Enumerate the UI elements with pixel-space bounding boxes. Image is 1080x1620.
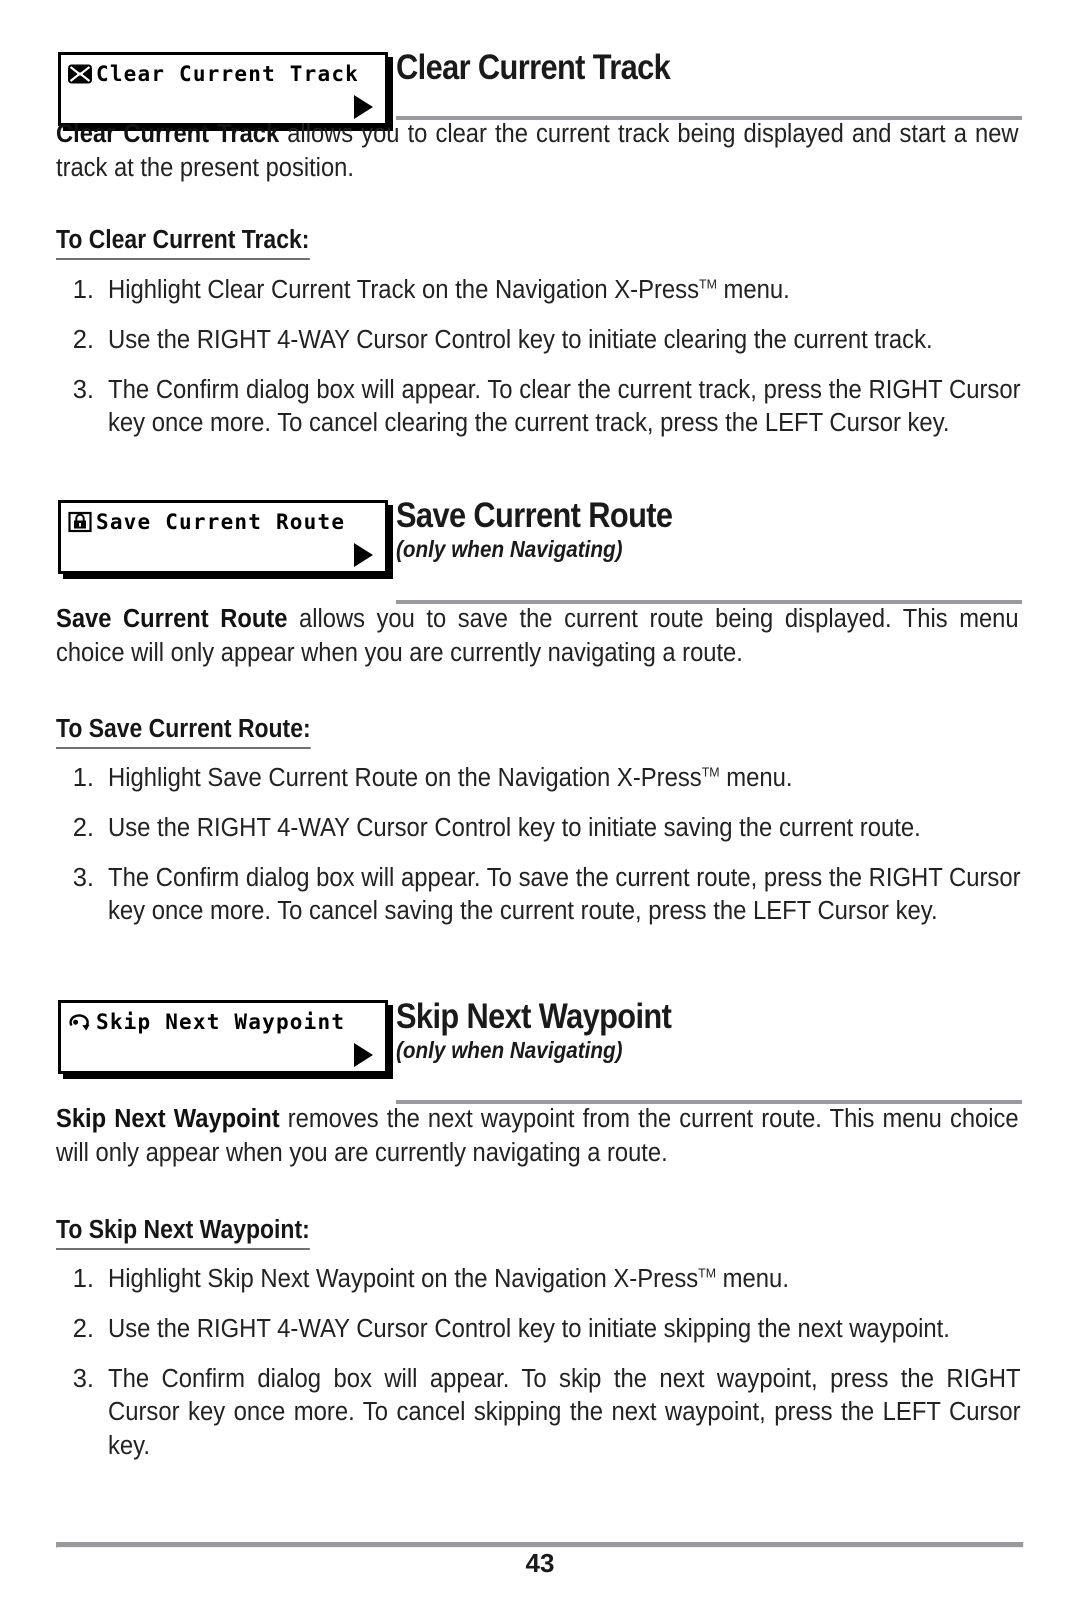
list-item: 2. Use the RIGHT 4-WAY Cursor Control ke… [56,1313,1080,1346]
step-number: 3. [72,864,94,893]
step-text: The Confirm dialog box will appear. To c… [108,376,1021,438]
step-number: 1. [72,1265,94,1293]
step-number: 2. [72,326,94,355]
step-text-pre: Highlight Clear Current Track on the Nav… [108,276,700,304]
section-heading-clear-current-track: Clear Current Track [396,50,1018,86]
menu-item-row: Save Current Route [61,503,385,541]
list-item: 2. Use the RIGHT 4-WAY Cursor Control ke… [56,324,1080,357]
steps-list-skip-next-waypoint: 1. Highlight Skip Next Waypoint on the N… [56,1263,1080,1480]
section-subtitle: (only when Navigating) [396,1036,623,1063]
menu-item-label: Clear Current Track [96,61,360,86]
step-number: 1. [72,276,94,304]
section-heading-save-current-route: Save Current Route (only when Navigating… [396,498,1018,561]
step-number: 2. [72,1315,94,1344]
step-text: Use the RIGHT 4-WAY Cursor Control key t… [108,326,933,355]
curved-arrow-waypoint-icon [67,1009,93,1035]
howto-heading-skip-next-waypoint: To Skip Next Waypoint: [56,1216,310,1250]
list-item: 2. Use the RIGHT 4-WAY Cursor Control ke… [56,812,1080,845]
manual-page: Clear Current Track Clear Current Track … [0,0,1080,1620]
trademark-mark: TM [701,764,720,780]
list-item: 1. Highlight Clear Current Track on the … [56,274,1080,307]
intro-lead-bold: Clear Current Track [56,120,280,148]
step-number: 1. [72,764,94,792]
step-text: Highlight Skip Next Waypoint on the Navi… [108,1263,1021,1296]
menu-screenshot-save-current-route: Save Current Route [58,500,388,574]
trademark-mark: TM [698,1265,717,1281]
step-text: Highlight Clear Current Track on the Nav… [108,274,1021,307]
steps-list-clear-current-track: 1. Highlight Clear Current Track on the … [56,274,1080,458]
menu-screenshot-skip-next-waypoint: Skip Next Waypoint [58,1000,388,1074]
page-number: 43 [525,1548,555,1578]
list-item: 3. The Confirm dialog box will appear. T… [56,1363,1080,1462]
step-text: Highlight Save Current Route on the Navi… [108,762,1021,795]
howto-heading-clear-current-track: To Clear Current Track: [56,226,310,260]
page-title: Save Current Route [396,496,673,535]
step-text: Use the RIGHT 4-WAY Cursor Control key t… [108,814,921,843]
intro-lead-bold: Save Current Route [56,605,288,633]
menu-item-label: Save Current Route [96,509,346,534]
step-text: Use the RIGHT 4-WAY Cursor Control key t… [108,1315,950,1344]
right-triangle-icon [354,95,373,119]
step-text-post: menu. [716,1265,789,1293]
list-item: 3. The Confirm dialog box will appear. T… [56,862,1080,928]
step-text-post: menu. [716,276,790,304]
step-text: The Confirm dialog box will appear. To s… [108,1365,1021,1460]
section-subtitle: (only when Navigating) [396,535,623,562]
list-item: 1. Highlight Save Current Route on the N… [56,762,1080,795]
menu-screenshot-clear-current-track: Clear Current Track [58,52,388,126]
intro-lead-bold: Skip Next Waypoint [56,1105,280,1133]
menu-item-label: Skip Next Waypoint [96,1009,346,1034]
steps-list-save-current-route: 1. Highlight Save Current Route on the N… [56,762,1080,946]
howto-heading-save-current-route: To Save Current Route: [56,715,311,749]
step-text-pre: Highlight Save Current Route on the Navi… [108,764,702,792]
section-intro-paragraph: Clear Current Track allows you to clear … [56,118,1019,185]
step-number: 3. [72,1365,94,1394]
trademark-mark: TM [699,276,717,292]
right-triangle-icon [354,543,373,567]
menu-item-row: Skip Next Waypoint [61,1003,385,1041]
step-text-pre: Highlight Skip Next Waypoint on the Navi… [108,1265,699,1293]
section-intro-paragraph: Skip Next Waypoint removes the next wayp… [56,1103,1019,1170]
page-title: Skip Next Waypoint [396,997,672,1036]
section-heading-skip-next-waypoint: Skip Next Waypoint (only when Navigating… [396,999,1018,1062]
envelope-x-icon [67,61,93,87]
padlock-icon [67,509,93,535]
list-item: 1. Highlight Skip Next Waypoint on the N… [56,1263,1080,1296]
section-intro-paragraph: Save Current Route allows you to save th… [56,603,1019,670]
list-item: 3. The Confirm dialog box will appear. T… [56,374,1080,440]
menu-item-row: Clear Current Track [61,55,385,93]
page-title: Clear Current Track [396,48,671,87]
step-text-post: menu. [719,764,793,792]
right-triangle-icon [354,1043,373,1067]
step-text: The Confirm dialog box will appear. To s… [108,864,1021,926]
step-number: 2. [72,814,94,843]
step-number: 3. [72,376,94,405]
